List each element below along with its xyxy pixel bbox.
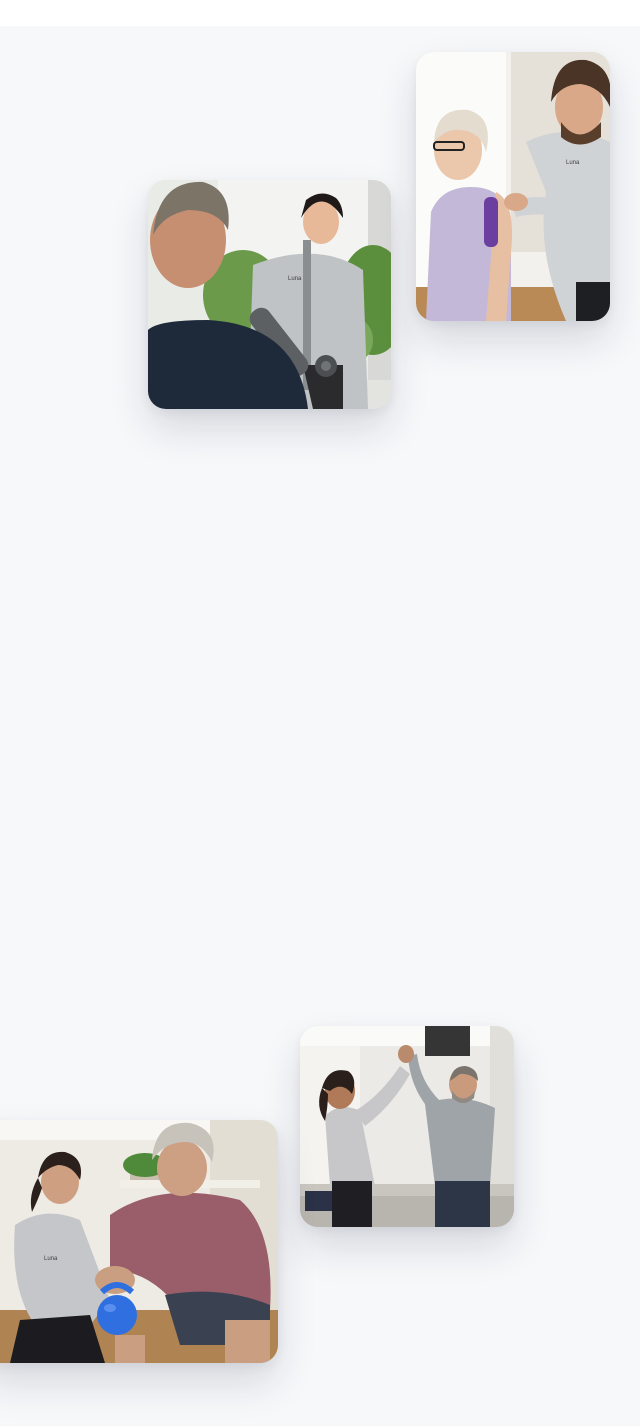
photo-high-five — [300, 1026, 514, 1227]
photo-kinesiology-taping: Luna — [416, 52, 610, 321]
top-strip — [0, 0, 640, 26]
luna-logo-text: Luna — [288, 276, 302, 282]
luna-logo-text: Luna — [44, 1256, 58, 1262]
photo-doorway-greeting: Luna — [148, 180, 391, 409]
photo-kettlebell-squat: Luna — [0, 1120, 278, 1363]
photo-card-doorway-greeting: Luna — [148, 180, 391, 409]
luna-logo-text: Luna — [566, 160, 580, 166]
photo-card-high-five — [300, 1026, 514, 1227]
photo-card-kettlebell-squat: Luna — [0, 1120, 278, 1363]
photo-card-kinesiology-taping: Luna — [416, 52, 610, 321]
